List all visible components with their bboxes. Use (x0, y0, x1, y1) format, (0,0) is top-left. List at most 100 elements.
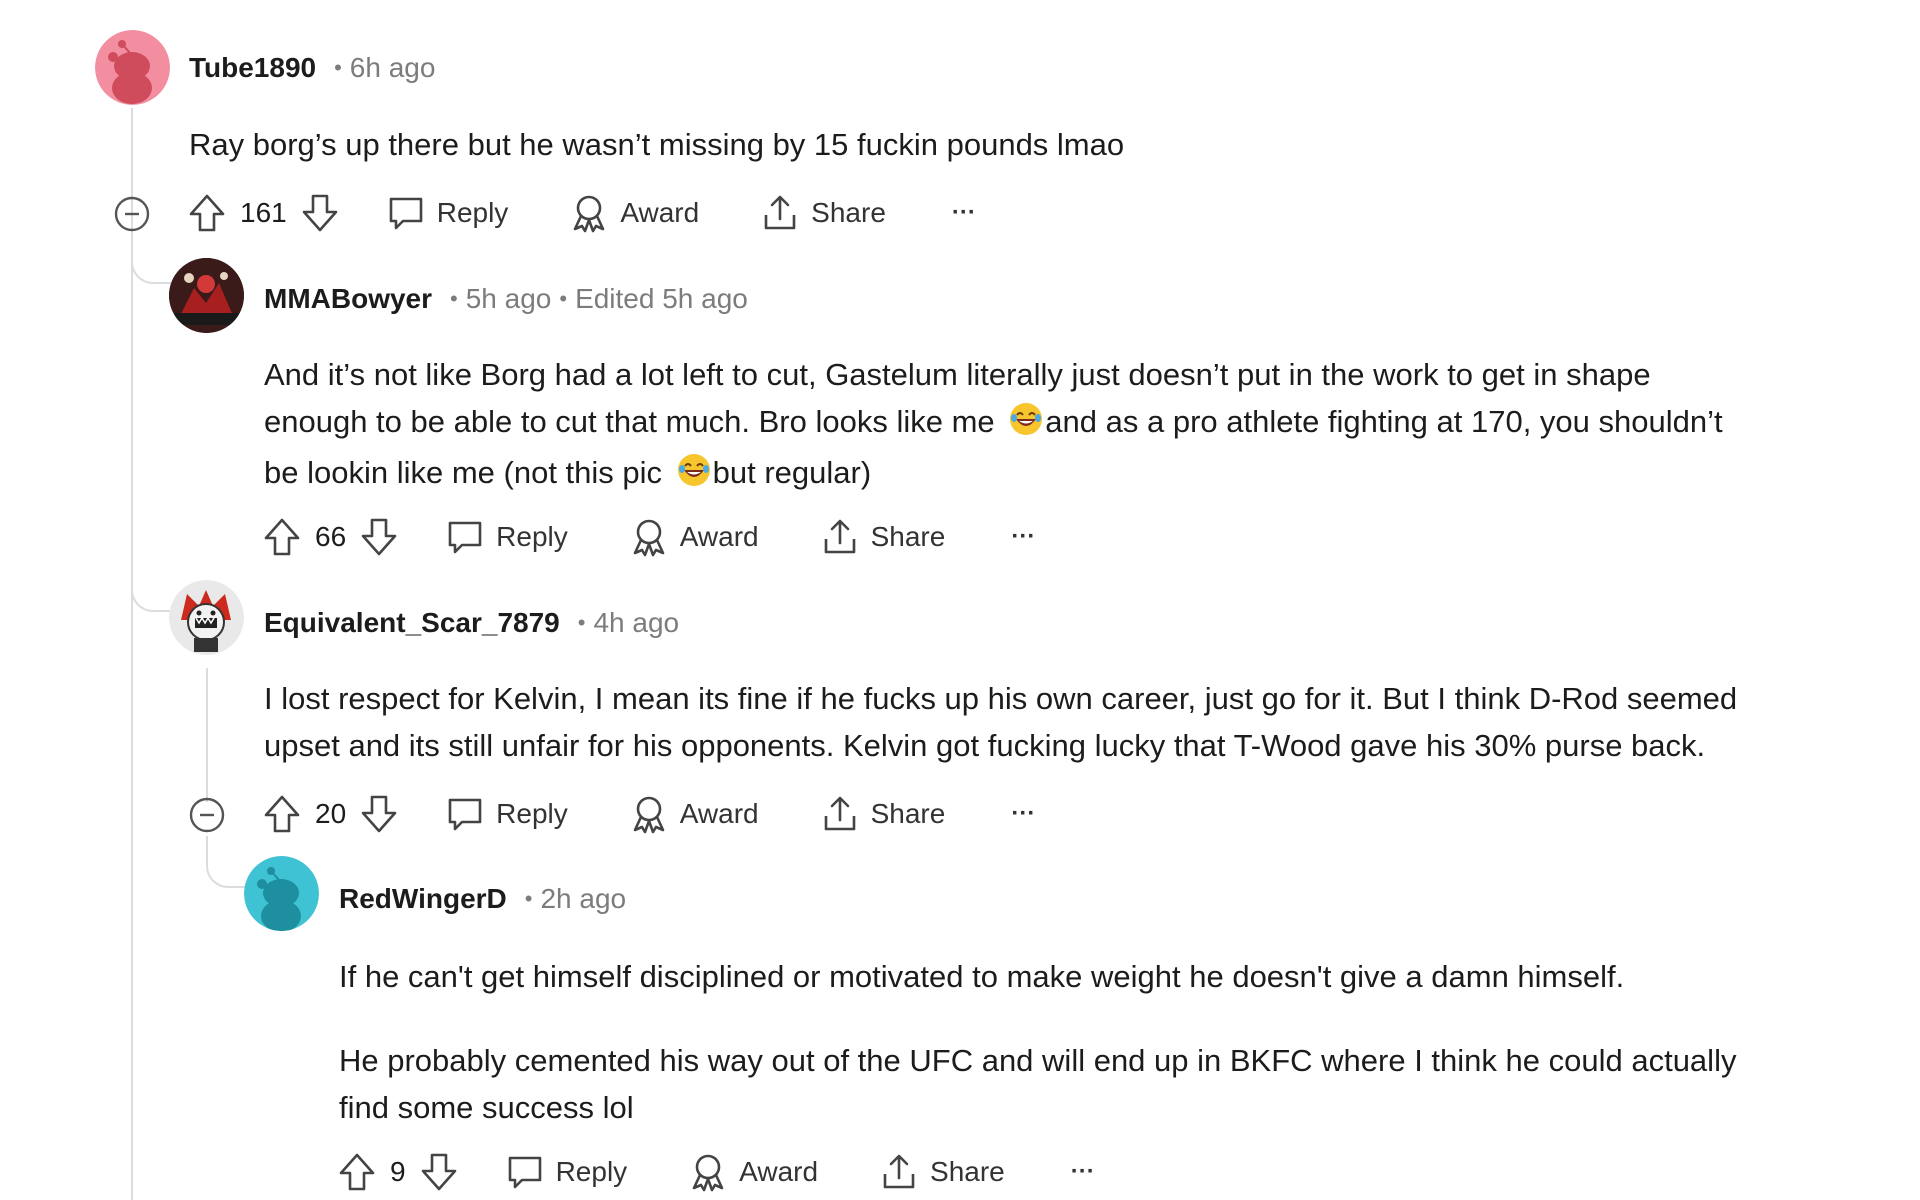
downvote-button[interactable] (301, 193, 339, 233)
comment-body: And it’s not like Borg had a lot left to… (264, 351, 1824, 500)
share-button[interactable]: Share (821, 794, 946, 834)
meta-separator: • (559, 286, 568, 311)
award-button[interactable]: Award (689, 1152, 818, 1192)
comment-text-line: upset and its still unfair for his oppon… (264, 728, 1706, 763)
username[interactable]: Tube1890 (189, 52, 316, 84)
upvote-arrow-icon (189, 194, 225, 232)
award-label: Award (620, 197, 700, 228)
more-options-button[interactable]: ··· (1011, 800, 1035, 828)
upvote-button[interactable] (263, 517, 301, 557)
more-options-button[interactable]: ··· (952, 199, 976, 227)
action-bar: 161 Reply Award Share ··· (188, 188, 976, 238)
comment-meta: MMABowyer • 5h ago • Edited 5h ago (264, 279, 748, 319)
comment-text-line: be lookin like me (not this pic but regu… (264, 449, 1824, 500)
vote-count: 9 (390, 1156, 406, 1187)
speech-bubble-icon (389, 197, 423, 230)
comment-text-fragment: and as a pro athlete fighting at 170, yo… (1045, 404, 1723, 439)
more-options-button[interactable]: ··· (1071, 1158, 1095, 1186)
more-label: ··· (1070, 1158, 1095, 1185)
vote-count: 161 (240, 197, 287, 228)
avatar-tube1890[interactable] (95, 30, 170, 105)
reddit-snoo-avatar-icon (95, 30, 170, 105)
collapse-button[interactable] (114, 196, 150, 232)
reply-button[interactable]: Reply (506, 1153, 627, 1191)
action-bar: 20 Reply Award Share ··· (263, 789, 1035, 839)
share-label: Share (870, 798, 946, 829)
user-avatar-image-icon (169, 258, 244, 333)
vote-count: 20 (315, 798, 347, 829)
laughing-emoji-icon (1009, 402, 1043, 449)
timestamp[interactable]: 2h ago (540, 883, 626, 915)
username[interactable]: RedWingerD (339, 883, 507, 915)
reply-button[interactable]: Reply (387, 194, 509, 232)
more-options-button[interactable]: ··· (1011, 523, 1035, 551)
downvote-arrow-icon (302, 194, 338, 232)
comment-text-line: I lost respect for Kelvin, I mean its fi… (264, 681, 1738, 716)
upvote-arrow-icon (264, 795, 300, 833)
meta-separator: • (450, 286, 458, 311)
timestamp[interactable]: 6h ago (350, 52, 436, 84)
avatar-mmabowyer[interactable] (169, 258, 244, 333)
downvote-button[interactable] (360, 794, 398, 834)
comment-text: Ray borg’s up there but he wasn’t missin… (189, 127, 1125, 162)
share-button[interactable]: Share (821, 517, 946, 557)
upvote-button[interactable] (338, 1152, 376, 1192)
downvote-arrow-icon (421, 1153, 456, 1191)
comment-body: I lost respect for Kelvin, I mean its fi… (264, 675, 1824, 769)
collapse-minus-icon (189, 797, 225, 833)
reply-button[interactable]: Reply (446, 795, 568, 833)
speech-bubble-icon (508, 1156, 541, 1189)
comment-text-line: find some success lol (339, 1090, 634, 1125)
award-ribbon-icon (633, 796, 665, 834)
upvote-arrow-icon (264, 518, 300, 556)
username[interactable]: Equivalent_Scar_7879 (264, 607, 560, 639)
upvote-button[interactable] (263, 794, 301, 834)
downvote-arrow-icon (361, 518, 397, 556)
timestamp[interactable]: 5h ago (466, 283, 552, 315)
award-button[interactable]: Award (630, 517, 759, 557)
share-button[interactable]: Share (761, 193, 886, 233)
action-bar: 66 Reply Award Share ··· (263, 512, 1035, 562)
comment-body: Ray borg’s up there but he wasn’t missin… (189, 121, 1124, 168)
share-label: Share (870, 521, 946, 552)
share-upload-icon (824, 519, 855, 554)
award-button[interactable]: Award (570, 193, 699, 233)
comment-meta: Tube1890 • 6h ago (189, 48, 435, 88)
comment-meta: RedWingerD • 2h ago (339, 879, 626, 919)
downvote-arrow-icon (361, 795, 397, 833)
reply-button[interactable]: Reply (446, 518, 568, 556)
more-label: ··· (1011, 800, 1036, 827)
collapse-minus-icon (114, 196, 150, 232)
thread-elbow-redwinger (206, 836, 248, 888)
comment-text-line: And it’s not like Borg had a lot left to… (264, 357, 1651, 392)
collapse-button[interactable] (189, 797, 225, 833)
thread-line-equivalent (206, 668, 208, 802)
share-label: Share (930, 1156, 1005, 1187)
award-label: Award (679, 521, 759, 552)
share-button[interactable]: Share (880, 1152, 1005, 1192)
comment-paragraph: If he can't get himself disciplined or m… (339, 959, 1625, 994)
laughing-emoji-icon (677, 453, 711, 500)
downvote-button[interactable] (360, 517, 398, 557)
avatar-redwingerd[interactable] (244, 856, 319, 931)
action-bar: 9 Reply Award Share ··· (338, 1147, 1095, 1197)
comment-meta: Equivalent_Scar_7879 • 4h ago (264, 603, 679, 643)
upvote-button[interactable] (188, 193, 226, 233)
award-label: Award (679, 798, 759, 829)
reply-label: Reply (436, 197, 509, 228)
comment-body: If he can't get himself disciplined or m… (339, 953, 1859, 1131)
share-upload-icon (764, 195, 796, 230)
reply-label: Reply (496, 798, 568, 829)
comment-paragraph: He probably cemented his way out of the … (339, 1037, 1859, 1131)
meta-separator: • (577, 610, 586, 635)
username[interactable]: MMABowyer (264, 283, 432, 315)
avatar-equivalent-scar[interactable] (169, 580, 244, 655)
timestamp[interactable]: 4h ago (593, 607, 679, 639)
more-label: ··· (951, 199, 976, 226)
award-button[interactable]: Award (630, 794, 759, 834)
award-ribbon-icon (633, 519, 665, 557)
share-label: Share (811, 197, 886, 228)
comment-text-fragment: enough to be able to cut that much. Bro … (264, 404, 995, 439)
speech-bubble-icon (448, 798, 482, 831)
downvote-button[interactable] (420, 1152, 458, 1192)
